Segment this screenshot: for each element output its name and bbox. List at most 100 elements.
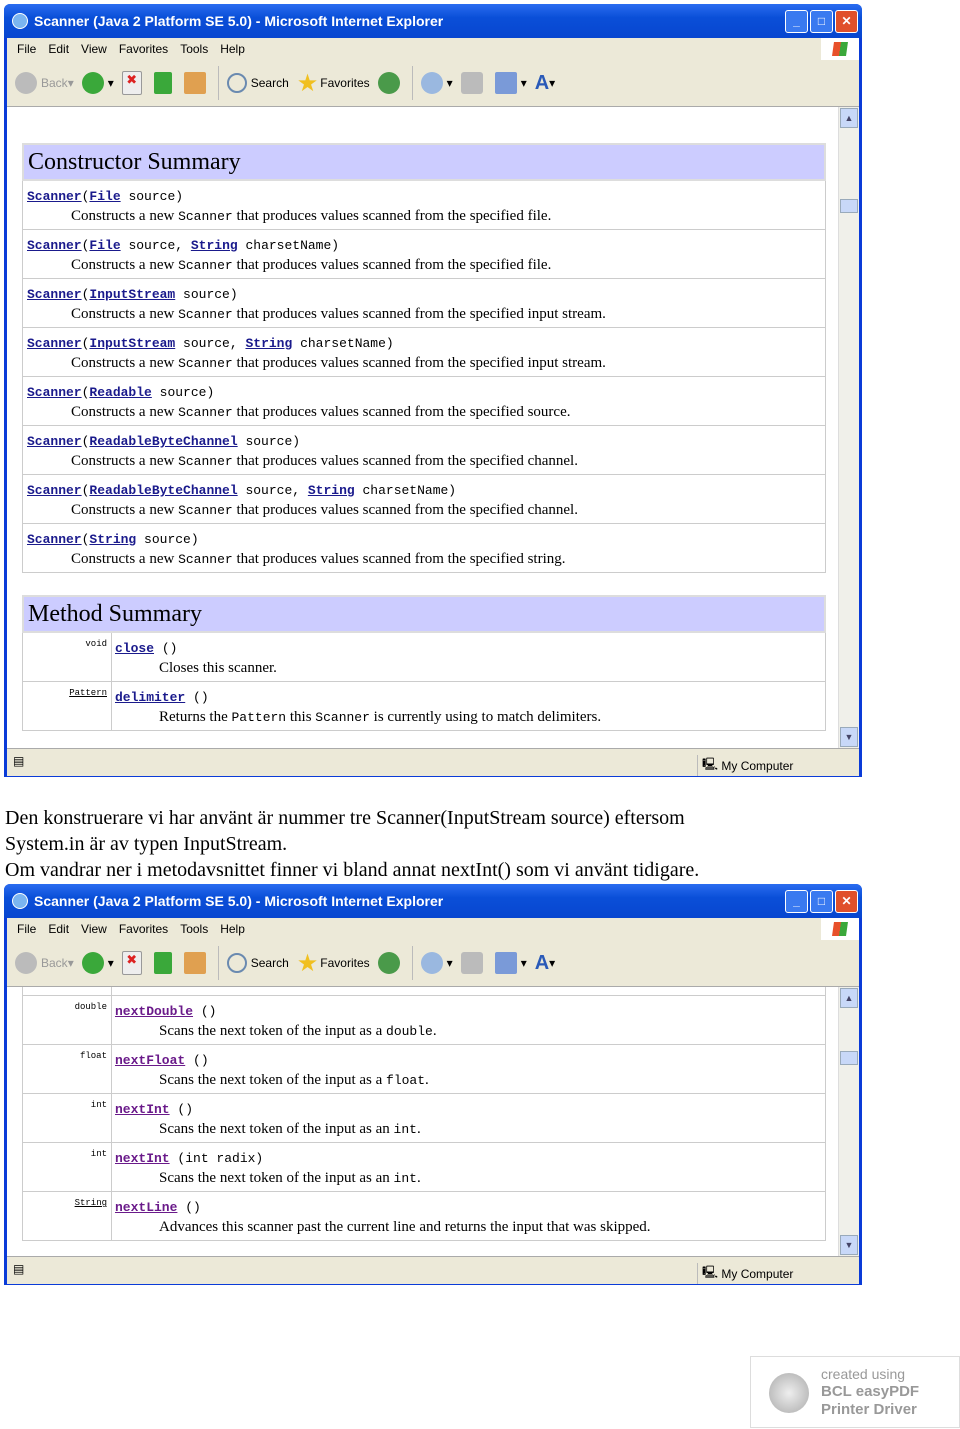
vertical-scrollbar[interactable]: ▲ ▼ xyxy=(838,107,859,748)
forward-button[interactable]: ▾ xyxy=(81,72,114,94)
api-link[interactable]: close xyxy=(115,641,154,656)
api-link[interactable]: ReadableByteChannel xyxy=(89,483,237,498)
return-type-cell: String xyxy=(23,1192,112,1240)
return-type[interactable]: String xyxy=(75,1198,107,1208)
text: Scans the next token of the input as a xyxy=(159,1072,387,1088)
api-link[interactable]: Scanner xyxy=(27,434,82,449)
api-link[interactable]: String xyxy=(308,483,355,498)
minimize-button[interactable]: _ xyxy=(785,9,808,33)
history-icon xyxy=(377,72,400,94)
favorites-button[interactable]: ★ Favorites xyxy=(297,949,370,978)
scroll-down-button[interactable]: ▼ xyxy=(840,1235,858,1255)
api-link[interactable]: File xyxy=(89,189,120,204)
font-size-button[interactable]: A ▾ xyxy=(535,72,555,95)
menu-file[interactable]: File xyxy=(17,922,36,936)
close-button[interactable]: ✕ xyxy=(835,9,858,33)
code-text: Scanner xyxy=(178,552,233,567)
api-link[interactable]: ReadableByteChannel xyxy=(89,434,237,449)
history-button[interactable] xyxy=(377,72,404,94)
home-icon xyxy=(183,952,206,974)
vertical-scrollbar[interactable]: ▲ ▼ xyxy=(838,987,859,1256)
api-link[interactable]: Scanner xyxy=(27,287,82,302)
back-button[interactable]: Back ▾ xyxy=(15,72,74,94)
scroll-up-button[interactable]: ▲ xyxy=(840,988,858,1008)
home-button[interactable] xyxy=(183,72,210,94)
text: that produces values scanned from the sp… xyxy=(232,355,606,371)
api-link[interactable]: nextInt xyxy=(115,1102,170,1117)
api-link[interactable]: String xyxy=(89,532,136,547)
text: charsetName) xyxy=(292,336,394,351)
mail-button[interactable]: ▾ xyxy=(420,72,453,94)
search-button[interactable]: Search xyxy=(226,73,289,93)
print-button[interactable] xyxy=(460,72,487,94)
api-link[interactable]: nextLine xyxy=(115,1200,177,1215)
maximize-button[interactable]: □ xyxy=(810,889,833,913)
method-row: int nextInt (int radix) Scans the next tok… xyxy=(22,1143,826,1192)
api-link[interactable]: delimiter xyxy=(115,690,185,705)
api-link[interactable]: InputStream xyxy=(89,336,175,351)
api-link[interactable]: String xyxy=(191,238,238,253)
home-button[interactable] xyxy=(183,952,210,974)
menu-edit[interactable]: Edit xyxy=(48,42,69,56)
api-link[interactable]: Scanner xyxy=(27,336,82,351)
edit-button[interactable]: ▾ xyxy=(494,952,527,974)
scroll-thumb[interactable] xyxy=(840,199,858,213)
api-link[interactable]: nextFloat xyxy=(115,1053,185,1068)
api-link[interactable]: File xyxy=(89,238,120,253)
print-button[interactable] xyxy=(460,952,487,974)
api-link[interactable]: Scanner xyxy=(27,385,82,400)
text: source) xyxy=(120,189,184,204)
menu-help[interactable]: Help xyxy=(220,922,245,936)
forward-arrow-icon xyxy=(81,72,104,94)
api-link[interactable]: Scanner xyxy=(27,238,82,253)
api-link[interactable]: Readable xyxy=(89,385,151,400)
menu-tools[interactable]: Tools xyxy=(180,42,208,56)
title-bar: Scanner (Java 2 Platform SE 5.0) - Micro… xyxy=(4,884,862,918)
api-link[interactable]: nextDouble xyxy=(115,1004,193,1019)
menu-tools[interactable]: Tools xyxy=(180,922,208,936)
stop-button[interactable]: ✖ xyxy=(121,951,146,975)
search-button[interactable]: Search xyxy=(226,953,289,973)
api-link[interactable]: Scanner xyxy=(27,483,82,498)
computer-icon: 🖳 xyxy=(702,757,719,771)
text: this xyxy=(286,709,316,725)
method-row: void close () Closes this scanner. xyxy=(22,633,826,682)
return-type: double xyxy=(74,1002,107,1012)
api-link[interactable]: String xyxy=(245,336,292,351)
maximize-button[interactable]: □ xyxy=(810,9,833,33)
menu-view[interactable]: View xyxy=(81,42,107,56)
back-button[interactable]: Back ▾ xyxy=(15,952,74,974)
edit-button[interactable]: ▾ xyxy=(494,72,527,94)
history-button[interactable] xyxy=(377,952,404,974)
menu-help[interactable]: Help xyxy=(220,42,245,56)
mail-button[interactable]: ▾ xyxy=(420,952,453,974)
api-link[interactable]: nextInt xyxy=(115,1151,170,1166)
stop-button[interactable]: ✖ xyxy=(121,71,146,95)
forward-button[interactable]: ▾ xyxy=(81,952,114,974)
menu-edit[interactable]: Edit xyxy=(48,922,69,936)
menu-file[interactable]: File xyxy=(17,42,36,56)
close-button[interactable]: ✕ xyxy=(835,889,858,913)
printer-icon xyxy=(460,72,483,94)
menu-view[interactable]: View xyxy=(81,922,107,936)
minimize-button[interactable]: _ xyxy=(785,889,808,913)
status-zone: My Computer xyxy=(721,1266,794,1281)
text: source) xyxy=(136,532,199,547)
api-link[interactable]: Scanner xyxy=(27,189,82,204)
favorites-button[interactable]: ★ Favorites xyxy=(297,69,370,98)
refresh-button[interactable] xyxy=(153,72,176,94)
api-link[interactable]: InputStream xyxy=(89,287,175,302)
return-type-cell: int xyxy=(23,1143,112,1191)
refresh-button[interactable] xyxy=(153,952,176,974)
menu-favorites[interactable]: Favorites xyxy=(119,42,168,56)
return-type[interactable]: Pattern xyxy=(69,688,107,698)
font-size-button[interactable]: A ▾ xyxy=(535,952,555,975)
menu-favorites[interactable]: Favorites xyxy=(119,922,168,936)
code-text: Scanner xyxy=(178,454,233,469)
browser-window-2: Scanner (Java 2 Platform SE 5.0) - Micro… xyxy=(4,884,862,1285)
text: Constructs a new xyxy=(71,404,179,420)
scroll-thumb[interactable] xyxy=(840,1051,858,1065)
scroll-up-button[interactable]: ▲ xyxy=(840,108,858,128)
scroll-down-button[interactable]: ▼ xyxy=(840,727,858,747)
api-link[interactable]: Scanner xyxy=(27,532,82,547)
